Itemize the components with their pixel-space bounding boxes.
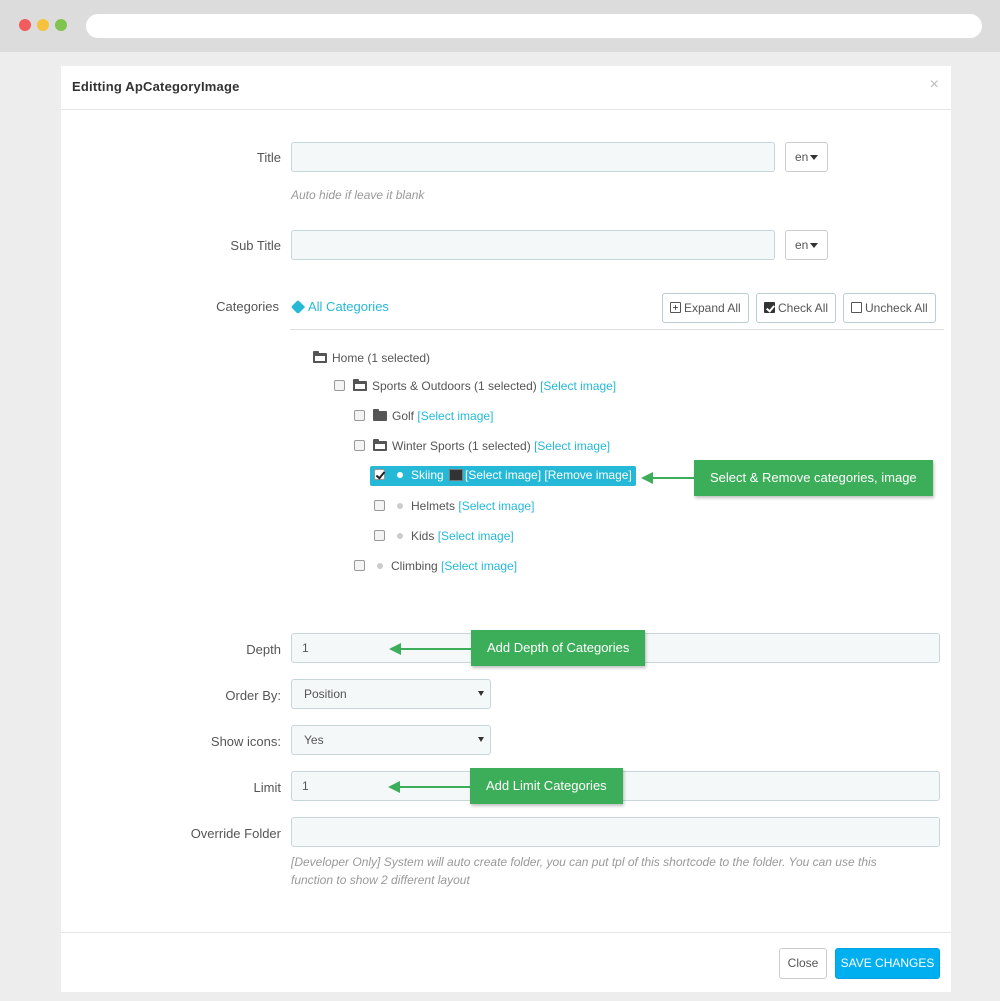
title-input[interactable] (291, 142, 775, 172)
all-categories-text: All Categories (308, 299, 389, 314)
tree-item-label: Winter Sports (1 selected) (392, 439, 531, 453)
expand-all-label: Expand All (684, 301, 741, 315)
select-image-link[interactable]: [Select image] (540, 379, 616, 393)
close-window-dot[interactable] (19, 19, 31, 31)
plus-square-icon (670, 302, 681, 313)
tree-item-helmets[interactable]: Helmets [Select image] (374, 497, 534, 515)
subtitle-label: Sub Title (230, 238, 281, 253)
folder-icon (373, 409, 387, 421)
select-image-link[interactable]: [Select image] (441, 559, 517, 573)
close-icon[interactable]: × (930, 76, 939, 94)
title-hint: Auto hide if leave it blank (291, 188, 425, 202)
minimize-window-dot[interactable] (37, 19, 49, 31)
close-button[interactable]: Close (779, 948, 827, 979)
override-input[interactable] (291, 817, 940, 847)
tree-item-winter-sports[interactable]: Winter Sports (1 selected) [Select image… (354, 437, 610, 455)
callout-select-remove: Select & Remove categories, image (694, 460, 933, 496)
tree-separator (290, 329, 944, 330)
modal-footer: Close SAVE CHANGES (61, 932, 951, 992)
tree-item-home[interactable]: Home (1 selected) (313, 349, 430, 367)
checkbox[interactable] (374, 500, 385, 511)
tree-item-golf[interactable]: Golf [Select image] (354, 407, 493, 425)
uncheck-all-label: Uncheck All (865, 301, 928, 315)
bullet-icon (377, 563, 383, 569)
tree-item-label: Climbing (391, 559, 438, 573)
caret-down-icon (810, 155, 819, 161)
checkbox[interactable] (334, 380, 345, 391)
orderby-select[interactable]: Position (291, 679, 491, 709)
title-label: Title (256, 150, 281, 165)
tree-item-label: Golf (392, 409, 415, 423)
callout-depth: Add Depth of Categories (471, 630, 646, 666)
expand-all-button[interactable]: Expand All (662, 293, 749, 323)
subtitle-lang-dropdown[interactable]: en (785, 230, 828, 260)
tree-item-kids[interactable]: Kids [Select image] (374, 527, 514, 545)
square-icon (851, 302, 862, 313)
checkbox-checked[interactable] (374, 469, 385, 480)
tree-item-label: Sports & Outdoors (1 selected) (372, 379, 537, 393)
title-lang-label: en (795, 150, 809, 164)
modal-title: Editting ApCategoryImage (72, 79, 240, 94)
browser-chrome (0, 0, 1000, 52)
checkbox[interactable] (354, 560, 365, 571)
folder-open-icon (373, 439, 387, 451)
folder-open-icon (353, 379, 367, 391)
modal-header: Editting ApCategoryImage × (61, 66, 951, 110)
tree-item-label: Kids (411, 529, 435, 543)
all-categories-link[interactable]: All Categories (290, 299, 389, 315)
bullet-icon (397, 533, 403, 539)
orderby-value: Position (304, 687, 347, 701)
showicons-select[interactable]: Yes (291, 725, 491, 755)
uncheck-all-button[interactable]: Uncheck All (843, 293, 936, 323)
select-image-link[interactable]: [Select image] (458, 499, 534, 513)
tree-item-climbing[interactable]: Climbing [Select image] (354, 557, 517, 575)
tree-item-sports[interactable]: Sports & Outdoors (1 selected) [Select i… (334, 377, 616, 395)
tree-item-label: Home (1 selected) (332, 351, 431, 365)
callout-arrow-line (398, 786, 470, 788)
address-bar[interactable] (86, 14, 982, 38)
override-label: Override Folder (190, 826, 281, 841)
depth-label: Depth (246, 642, 281, 657)
tag-icon (290, 299, 306, 315)
callout-arrow-line (651, 477, 694, 479)
select-image-link[interactable]: [Select image] (534, 439, 610, 453)
check-all-label: Check All (778, 301, 829, 315)
tree-item-skiing[interactable]: Skiing [Select image] [Remove image] (370, 466, 636, 486)
override-hint-line2: function to show 2 different layout (291, 873, 470, 887)
orderby-label: Order By: (225, 688, 281, 703)
categories-label: Categories (216, 299, 279, 314)
folder-open-icon (313, 351, 327, 363)
edit-modal: Editting ApCategoryImage × Title en Auto… (61, 66, 951, 992)
bullet-icon (397, 472, 403, 478)
checkbox[interactable] (354, 410, 365, 421)
caret-down-icon (478, 691, 484, 696)
checkbox[interactable] (354, 440, 365, 451)
showicons-value: Yes (304, 733, 324, 747)
select-image-link[interactable]: [Select image] (438, 529, 514, 543)
limit-label: Limit (253, 780, 281, 795)
select-image-link[interactable]: [Select image] (417, 409, 493, 423)
check-square-icon (764, 302, 775, 313)
title-lang-dropdown[interactable]: en (785, 142, 828, 172)
showicons-label: Show icons: (210, 734, 281, 749)
callout-arrow-line (399, 648, 471, 650)
select-image-link[interactable]: [Select image] (465, 468, 541, 482)
subtitle-lang-label: en (795, 238, 809, 252)
checkbox[interactable] (374, 530, 385, 541)
override-hint-line1: [Developer Only] System will auto create… (291, 855, 877, 869)
callout-limit: Add Limit Categories (470, 768, 623, 804)
remove-image-link[interactable]: [Remove image] (544, 468, 631, 482)
caret-down-icon (810, 243, 819, 249)
tree-item-label: Helmets (411, 499, 456, 513)
category-thumbnail (449, 469, 464, 481)
bullet-icon (397, 503, 403, 509)
maximize-window-dot[interactable] (55, 19, 67, 31)
tree-item-label: Skiing (411, 468, 444, 482)
save-changes-button[interactable]: SAVE CHANGES (835, 948, 940, 979)
subtitle-input[interactable] (291, 230, 775, 260)
caret-down-icon (478, 737, 484, 742)
check-all-button[interactable]: Check All (756, 293, 837, 323)
